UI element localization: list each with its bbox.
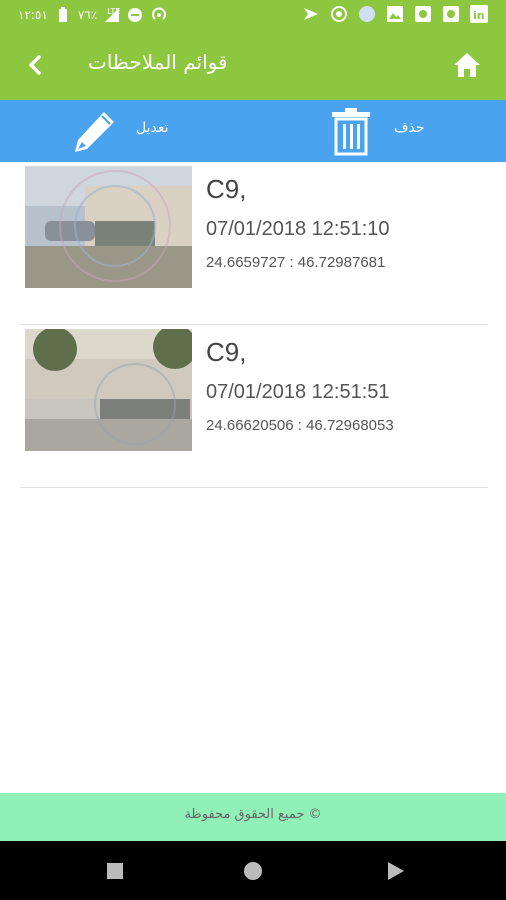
linkedin-icon: in bbox=[470, 5, 488, 23]
back-nav-button[interactable] bbox=[384, 860, 406, 882]
status-bar: ١٢:٥١ ٧٦٪ LTE in bbox=[0, 0, 506, 30]
system-nav-bar bbox=[0, 841, 506, 900]
home-nav-button[interactable] bbox=[242, 860, 264, 882]
triangle-icon bbox=[388, 862, 404, 880]
note-coordinates: 24.6659727 : 46.72987681 bbox=[206, 254, 386, 271]
copyright-text: © جميع الحقوق محفوظة bbox=[184, 807, 322, 822]
list-item[interactable]: C9, 07/01/2018 12:51:51 24.66620506 : 46… bbox=[0, 325, 506, 488]
camera-icon bbox=[414, 5, 432, 23]
clock: ١٢:٥١ bbox=[18, 8, 48, 22]
circle-icon bbox=[244, 862, 262, 880]
hotspot-icon bbox=[150, 6, 168, 24]
footer: © جميع الحقوق محفوظة bbox=[0, 793, 506, 841]
note-datetime: 07/01/2018 12:51:51 bbox=[206, 381, 390, 403]
circle-dot-icon bbox=[330, 5, 348, 23]
home-button[interactable] bbox=[452, 50, 482, 80]
chevron-left-icon bbox=[29, 55, 41, 75]
square-icon bbox=[107, 863, 123, 879]
divider bbox=[20, 487, 488, 488]
battery-percent: ٧٦٪ bbox=[77, 8, 98, 22]
edit-button[interactable] bbox=[70, 106, 120, 156]
back-button[interactable] bbox=[20, 50, 50, 80]
notes-list: C9, 07/01/2018 12:51:10 24.6659727 : 46.… bbox=[0, 162, 506, 488]
note-title: C9, bbox=[206, 174, 247, 204]
delete-button[interactable] bbox=[330, 106, 372, 156]
action-toolbar: تعديل حذف bbox=[0, 100, 506, 162]
note-photo[interactable] bbox=[25, 166, 192, 288]
page-title: قوائم الملاحظات bbox=[88, 50, 228, 74]
note-coordinates: 24.66620506 : 46.72968053 bbox=[206, 417, 394, 434]
status-left: ١٢:٥١ ٧٦٪ LTE bbox=[18, 6, 168, 24]
dnd-icon bbox=[126, 6, 144, 24]
list-item[interactable]: C9, 07/01/2018 12:51:10 24.6659727 : 46.… bbox=[0, 162, 506, 325]
flag-icon bbox=[302, 5, 320, 23]
status-right: in bbox=[302, 5, 488, 23]
battery-icon bbox=[54, 6, 72, 24]
network-type: LTE bbox=[107, 6, 121, 16]
image-icon bbox=[386, 5, 404, 23]
edit-label[interactable]: تعديل bbox=[136, 120, 169, 136]
delete-label[interactable]: حذف bbox=[394, 120, 425, 136]
pencil-icon bbox=[75, 112, 114, 152]
home-icon bbox=[454, 53, 480, 77]
note-datetime: 07/01/2018 12:51:10 bbox=[206, 218, 390, 240]
circle-icon bbox=[358, 5, 376, 23]
note-photo[interactable] bbox=[25, 329, 192, 451]
app-bar: قوائم الملاحظات bbox=[0, 30, 506, 100]
svg-text:in: in bbox=[473, 9, 485, 22]
note-title: C9, bbox=[206, 337, 247, 367]
trash-icon bbox=[332, 108, 370, 156]
recents-button[interactable] bbox=[104, 860, 126, 882]
camera-icon bbox=[442, 5, 460, 23]
